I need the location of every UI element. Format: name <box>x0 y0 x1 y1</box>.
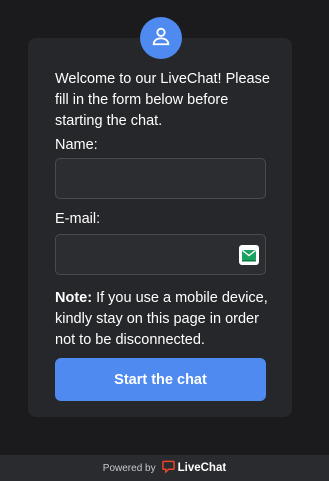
powered-by-text: Powered by <box>102 462 156 474</box>
livechat-brand-link[interactable]: LiveChat <box>161 460 227 476</box>
user-icon <box>150 25 172 52</box>
chat-prechat-window: Welcome to our LiveChat! Please fill in … <box>0 0 329 481</box>
powered-by-footer: Powered by LiveChat <box>0 455 329 481</box>
livechat-logo-icon <box>161 460 178 476</box>
name-field[interactable] <box>55 158 266 199</box>
name-label: Name: <box>55 137 98 153</box>
avatar <box>140 17 182 59</box>
welcome-message: Welcome to our LiveChat! Please fill in … <box>55 71 270 129</box>
email-field[interactable] <box>55 234 266 275</box>
email-label: E-mail: <box>55 211 101 227</box>
email-green-icon[interactable] <box>239 245 259 265</box>
note-strong: Note: <box>55 290 93 306</box>
mobile-note: Note: If you use a mobile device, kindly… <box>55 288 269 351</box>
livechat-brand-name: LiveChat <box>177 462 227 474</box>
start-chat-button[interactable]: Start the chat <box>55 358 266 401</box>
